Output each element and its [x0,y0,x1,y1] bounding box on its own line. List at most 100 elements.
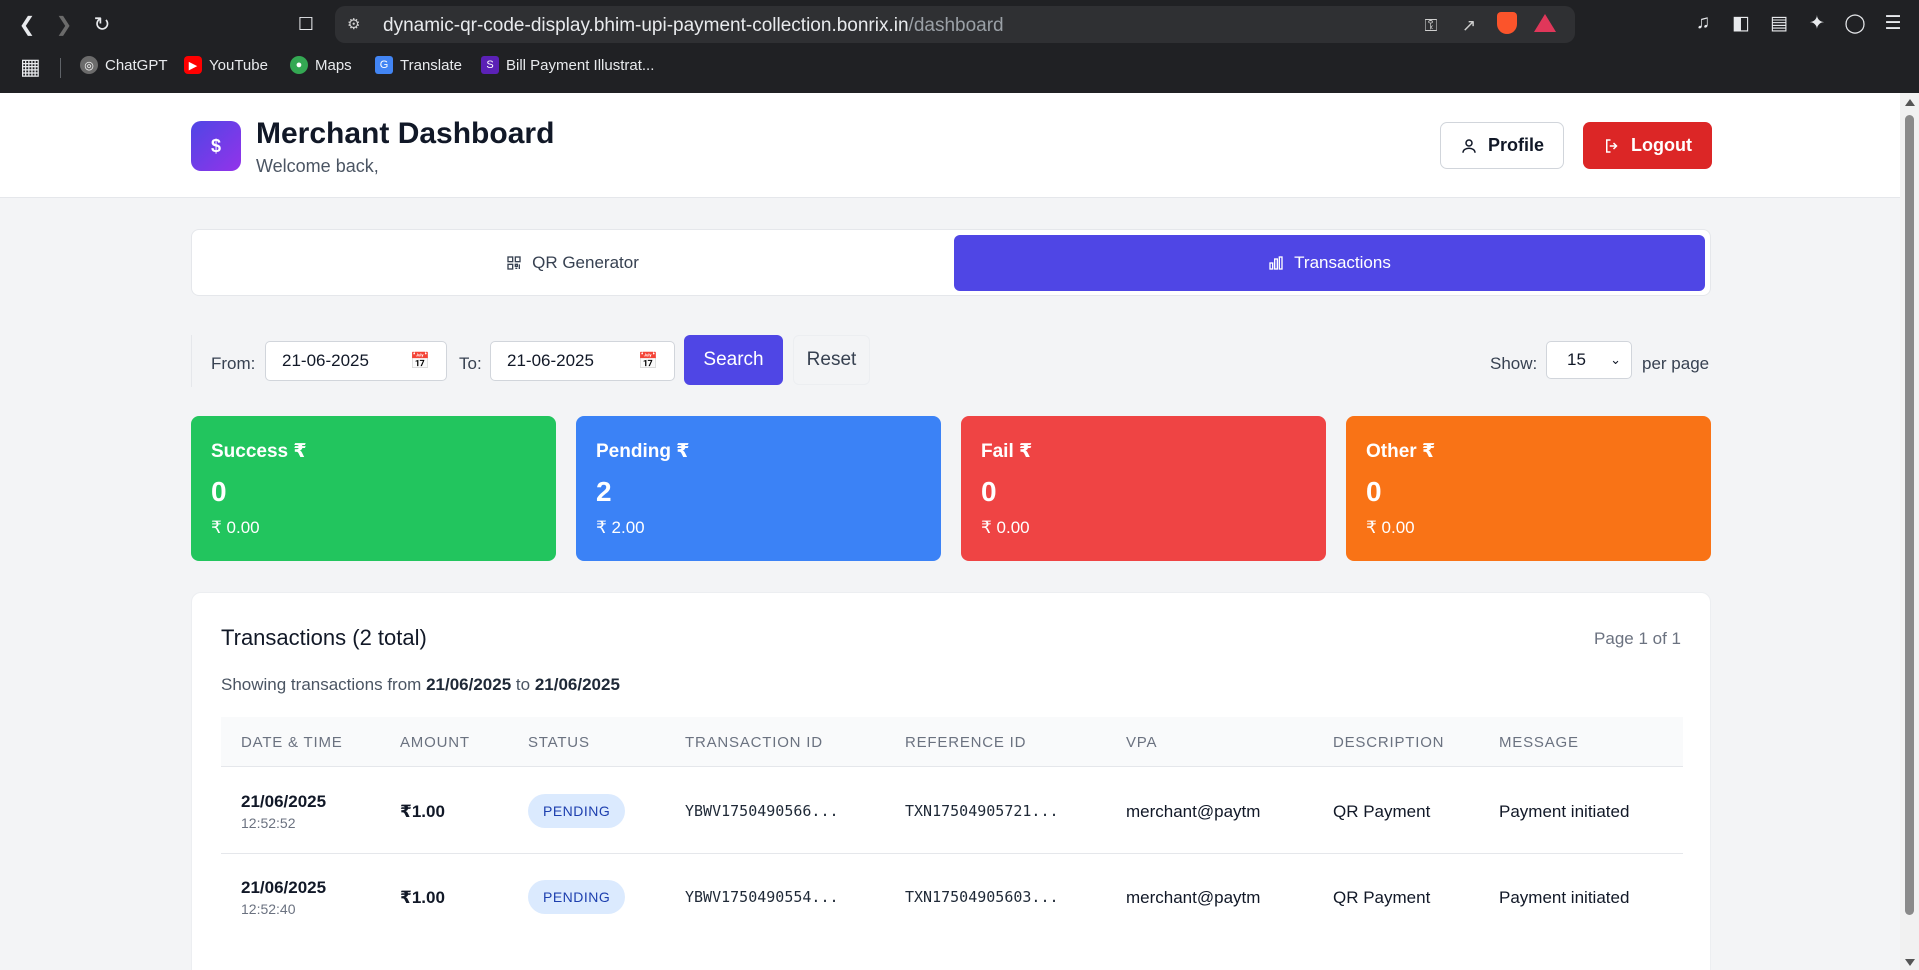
app-header: $ Merchant Dashboard Welcome back, Profi… [0,93,1900,198]
column-header: Amount [400,734,470,751]
menu-icon[interactable]: ☰ [1881,12,1905,35]
bookmark-translate[interactable]: G Translate [375,56,462,74]
page-info: Page 1 of 1 [1594,629,1681,648]
card-amount: ₹ 0.00 [211,518,260,537]
profile-button[interactable]: Profile [1440,122,1564,169]
qr-code-icon [507,256,521,270]
tab-label: Transactions [1294,253,1391,272]
page-title: Merchant Dashboard [256,117,555,150]
table-header: Date & Time Amount Status Transaction ID… [221,717,1683,767]
per-page-select[interactable]: 15 ⌄ [1546,341,1632,379]
show-label: Show: [1490,354,1538,373]
row-amount: ₹1.00 [400,802,445,821]
pending-summary-card: Pending ₹ 2 ₹ 2.00 [576,416,941,561]
forward-icon[interactable]: ❯ [50,10,78,38]
logout-icon [1606,138,1618,153]
range-prefix: Showing transactions from [221,675,422,694]
rewards-icon[interactable] [1533,14,1557,37]
column-header: Reference ID [905,734,1027,751]
table-row[interactable]: 21/06/2025 12:52:52 ₹1.00 PENDING YBWV17… [221,768,1683,854]
card-count: 0 [981,476,997,507]
url-text[interactable]: dynamic-qr-code-display.bhim-upi-payment… [383,15,1004,37]
dollar-logo-icon: $ [191,121,241,171]
card-amount: ₹ 2.00 [596,518,645,537]
bookmark-bill-payment[interactable]: S Bill Payment Illustrat... [481,56,654,74]
bookmark-label: Translate [400,56,462,74]
column-header: Status [528,734,590,751]
card-amount: ₹ 0.00 [1366,518,1415,537]
scroll-up-icon[interactable] [1905,99,1915,106]
bar-chart-icon [1269,256,1283,270]
transactions-title: Transactions (2 total) [221,625,427,650]
table-row[interactable]: 21/06/2025 12:52:40 ₹1.00 PENDING YBWV17… [221,854,1683,940]
card-label: Success ₹ [211,441,307,462]
status-badge: PENDING [528,794,626,828]
vpn-icon[interactable]: ◯ [1843,12,1867,35]
date-range-text: Showing transactions from 21/06/2025 to … [221,675,620,695]
back-icon[interactable]: ❮ [13,10,41,38]
row-description: QR Payment [1333,802,1431,821]
welcome-text: Welcome back, [256,156,379,176]
maps-icon: ● [290,56,308,74]
success-summary-card: Success ₹ 0 ₹ 0.00 [191,416,556,561]
logout-button[interactable]: Logout [1583,122,1712,169]
site-settings-icon[interactable]: ⚙ [347,15,360,33]
column-header: Date & Time [241,734,343,751]
search-button[interactable]: Search [684,335,783,385]
row-reference-id: TXN17504905721... [905,802,1059,820]
wallet-icon[interactable]: ▤ [1767,12,1791,35]
per-page-label: per page [1642,354,1710,373]
from-label: From: [211,354,256,373]
bookmark-icon[interactable]: ☐ [292,10,320,38]
status-badge: PENDING [528,880,626,914]
to-label: To: [459,354,482,373]
card-count: 2 [596,476,612,507]
range-to-word: to [515,675,531,694]
row-time: 12:52:40 [241,901,296,917]
calendar-icon[interactable]: 📅 [638,351,658,371]
media-icon[interactable]: ♫ [1691,12,1715,35]
row-time: 12:52:52 [241,815,296,831]
row-vpa: merchant@paytm [1126,802,1261,821]
share-icon[interactable]: ↗ [1457,16,1481,36]
row-message: Payment initiated [1499,888,1630,907]
reload-icon[interactable]: ↻ [88,10,116,38]
row-date: 21/06/2025 [241,878,327,897]
leo-ai-icon[interactable]: ✦ [1805,12,1829,35]
bookmark-label: Bill Payment Illustrat... [506,56,655,74]
tab-transactions[interactable]: Transactions [954,235,1705,291]
bookmarks-divider [60,58,61,78]
bookmark-youtube[interactable]: ▶ YouTube [184,56,268,74]
column-header: Transaction ID [685,734,823,751]
bookmark-chatgpt[interactable]: ◎ ChatGPT [80,56,168,74]
card-count: 0 [1366,476,1382,507]
tab-qr-generator[interactable]: QR Generator [197,235,948,291]
row-vpa: merchant@paytm [1126,888,1261,907]
row-amount: ₹1.00 [400,888,445,907]
apps-grid-icon[interactable]: ▦ [20,54,41,80]
translate-icon: G [375,56,393,74]
bookmarks-bar: ▦ ◎ ChatGPT ▶ YouTube ● Maps G Translate… [0,52,1919,84]
bill-payment-icon: S [481,56,499,74]
scroll-down-icon[interactable] [1905,959,1915,966]
scrollbar-thumb[interactable] [1905,115,1914,915]
row-transaction-id: YBWV1750490554... [685,888,839,906]
bookmark-maps[interactable]: ● Maps [290,56,352,74]
column-header: VPA [1126,734,1158,751]
from-date-input[interactable]: 21-06-2025 📅 [265,341,447,381]
reset-button[interactable]: Reset [793,335,870,385]
brave-shield-icon[interactable] [1495,12,1519,39]
to-date-input[interactable]: 21-06-2025 📅 [490,341,675,381]
to-date-value: 21-06-2025 [507,351,594,370]
key-icon[interactable]: ⚿ [1419,16,1443,36]
card-amount: ₹ 0.00 [981,518,1030,537]
address-bar[interactable]: ⚙ dynamic-qr-code-display.bhim-upi-payme… [335,6,1575,43]
column-header: Message [1499,734,1579,751]
sidebar-icon[interactable]: ◧ [1729,12,1753,35]
youtube-icon: ▶ [184,56,202,74]
bookmark-label: ChatGPT [105,56,168,74]
page-scrollbar[interactable] [1900,93,1919,970]
calendar-icon[interactable]: 📅 [410,351,430,371]
fail-summary-card: Fail ₹ 0 ₹ 0.00 [961,416,1326,561]
card-label: Fail ₹ [981,441,1033,462]
